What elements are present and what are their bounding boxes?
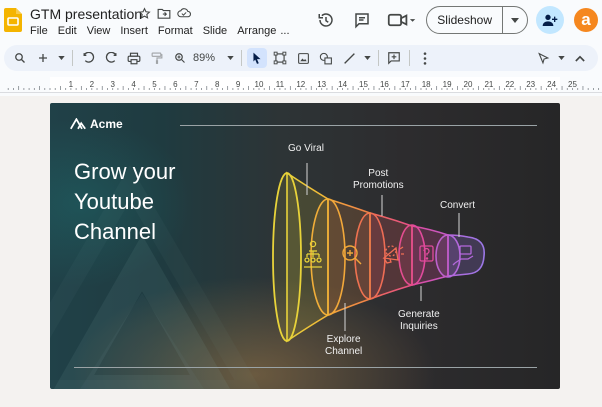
ruler-number: 9 [236, 80, 241, 89]
toolbar-divider [409, 50, 410, 66]
menu-slide[interactable]: Slide [203, 25, 227, 37]
ruler-number: 10 [255, 80, 264, 89]
ruler-number: 15 [359, 80, 368, 89]
menu-view[interactable]: View [87, 25, 111, 37]
label-go-viral: Go Viral [288, 143, 324, 154]
ruler-number: 18 [422, 80, 431, 89]
ruler-number: 20 [464, 80, 473, 89]
menu-insert[interactable]: Insert [120, 25, 148, 37]
more-options-icon[interactable] [415, 48, 435, 68]
print-icon[interactable] [124, 48, 144, 68]
ruler-number: 21 [484, 80, 493, 89]
ruler-number: 7 [194, 80, 199, 89]
shape-icon[interactable] [316, 48, 336, 68]
toolbar: 89% [4, 45, 598, 71]
slides-logo-icon[interactable] [4, 8, 22, 32]
undo-icon[interactable] [78, 48, 98, 68]
menu-more[interactable]: ... [280, 25, 289, 37]
ruler-number: 22 [505, 80, 514, 89]
ruler-number: 24 [547, 80, 556, 89]
version-history-icon[interactable] [312, 6, 340, 34]
move-to-folder-icon[interactable] [157, 6, 171, 20]
ruler-number: 19 [443, 80, 452, 89]
menu-edit[interactable]: Edit [58, 25, 77, 37]
label-explore-channel: Explore Channel [325, 334, 363, 357]
header-controls: Slideshow a [312, 5, 602, 35]
ruler-number: 6 [173, 80, 178, 89]
ruler-number: 3 [110, 80, 115, 89]
title-actions [137, 6, 191, 20]
mode-dropdown-icon[interactable] [556, 48, 566, 68]
ruler-number: 8 [215, 80, 220, 89]
insert-image-icon[interactable] [293, 48, 313, 68]
ruler-number: 4 [131, 80, 136, 89]
slide[interactable]: Acme Grow your Youtube Channel Go Viral … [50, 103, 560, 389]
top-bar: GTM presentation File Edit View Insert F… [0, 0, 602, 42]
slideshow-dropdown-icon[interactable] [503, 7, 527, 33]
add-comment-icon[interactable] [384, 48, 404, 68]
star-icon[interactable] [137, 6, 151, 20]
ruler-number: 2 [90, 80, 95, 89]
zoom-icon[interactable] [170, 48, 190, 68]
ruler-number: 1 [69, 80, 74, 89]
document-title[interactable]: GTM presentation [30, 6, 142, 22]
ruler-number: 16 [380, 80, 389, 89]
redo-icon[interactable] [101, 48, 121, 68]
share-button[interactable] [536, 6, 564, 34]
collapse-toolbar-icon[interactable] [570, 48, 590, 68]
search-menus-icon[interactable] [10, 48, 30, 68]
ruler-number: 12 [296, 80, 305, 89]
zoom-value[interactable]: 89% [193, 52, 217, 64]
menu-format[interactable]: Format [158, 25, 193, 37]
ruler-number: 11 [276, 80, 285, 89]
ruler-number: 14 [338, 80, 347, 89]
toolbar-divider [72, 50, 73, 66]
cloud-saved-icon[interactable] [177, 6, 191, 20]
ruler-number: 17 [401, 80, 410, 89]
toolbar-divider [241, 50, 242, 66]
slideshow-group: Slideshow [426, 6, 528, 34]
ruler-number: 25 [568, 80, 577, 89]
ruler-number: 23 [526, 80, 535, 89]
frame-select-icon[interactable] [270, 48, 290, 68]
label-generate-inquiries: Generate Inquiries [398, 309, 440, 332]
menu-bar: File Edit View Insert Format Slide Arran… [30, 25, 290, 37]
horizontal-ruler[interactable]: 1 2 3 4 5 6 7 8 9 10 11 12 13 14 15 16 17 18 19 20 21 22 23 24 2… [0, 77, 602, 93]
ruler-number: 13 [317, 80, 326, 89]
new-slide-dropdown-icon[interactable] [56, 48, 66, 68]
avatar[interactable]: a [574, 8, 598, 32]
add-person-icon [542, 14, 558, 26]
select-pointer-icon[interactable] [247, 48, 267, 68]
toolbar-divider [378, 50, 379, 66]
label-convert: Convert [440, 200, 476, 211]
line-dropdown-icon[interactable] [362, 48, 372, 68]
comments-icon[interactable] [348, 6, 376, 34]
ruler-number: 5 [152, 80, 157, 89]
meet-camera-icon[interactable] [384, 6, 420, 34]
line-icon[interactable] [339, 48, 359, 68]
label-post-promotions: Post Promotions [353, 168, 404, 191]
paint-format-icon[interactable] [147, 48, 167, 68]
menu-file[interactable]: File [30, 25, 48, 37]
slideshow-button[interactable]: Slideshow [427, 7, 503, 33]
zoom-dropdown-icon[interactable] [225, 48, 235, 68]
edit-mode-icon[interactable] [533, 48, 553, 68]
new-slide-icon[interactable] [33, 48, 53, 68]
menu-arrange[interactable]: Arrange [237, 25, 276, 37]
